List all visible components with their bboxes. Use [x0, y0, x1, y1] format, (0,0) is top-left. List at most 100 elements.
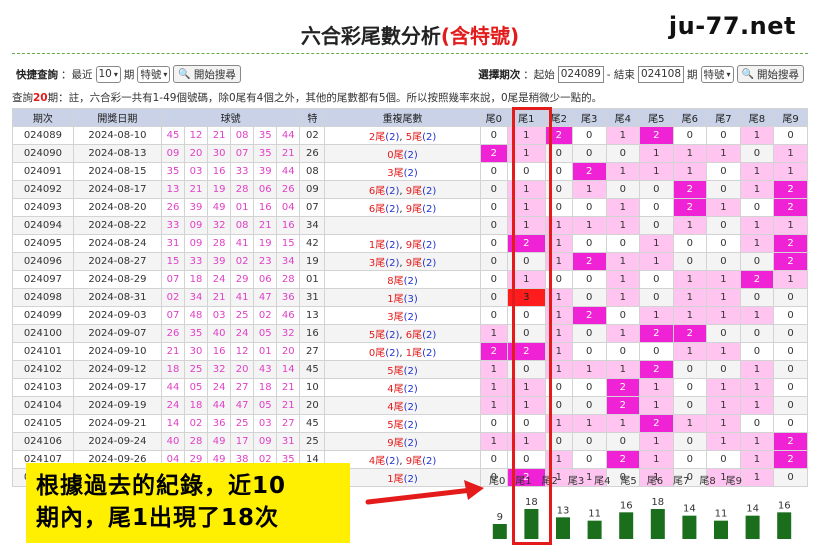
tail-count-cell: 1: [773, 216, 808, 235]
tail-count-cell: 1: [773, 270, 808, 289]
table-row: 024093 2024-08-20 26 39 49 01 16 04 07 6尾(2), 9尾(…: [12, 198, 808, 217]
tail-count-cell: 0: [506, 306, 546, 325]
tail-count-cell: 0: [739, 144, 775, 163]
range-query: 選擇期次 ：起始 024089 - 結束 024108 期 特號 ▾ 🔍 開始搜尋: [478, 65, 804, 83]
tail-count-cell: 1: [506, 270, 546, 289]
table-row: 024090 2024-08-13 09 20 30 07 35 21 26 0尾(2) 2 1 0 0 0…: [12, 144, 808, 163]
tail-count-cell: 0: [479, 252, 508, 271]
tail-count-cell: 1: [706, 270, 741, 289]
tail-count-cell: 0: [773, 414, 808, 433]
repeat-tail: 3尾: [387, 168, 404, 179]
special-cell: 20: [299, 396, 326, 415]
tail-count-cell: 2: [506, 342, 546, 361]
tail-count-cell: 1: [739, 162, 775, 181]
ball-cell: 34: [183, 288, 209, 307]
repeat-tail: 1尾: [387, 294, 404, 305]
tail-count-cell: 0: [773, 126, 808, 145]
tail-count-cell: 2: [773, 450, 808, 469]
ball-cell: 44: [276, 126, 301, 145]
col-header: 開獎日期: [72, 108, 162, 127]
tail-count-cell: 0: [506, 252, 546, 271]
ball-cell: 16: [276, 216, 301, 235]
tail-count-cell: 0: [706, 180, 741, 199]
tail-count-cell: 1: [479, 396, 508, 415]
range-type-select[interactable]: 特號 ▾: [700, 65, 734, 83]
ball-cell: 35: [253, 126, 278, 145]
period-cell: 024097: [12, 270, 74, 289]
ball-cell: 06: [253, 180, 278, 199]
tail-count-cell: 1: [739, 432, 775, 451]
tail-count-cell: 0: [479, 306, 508, 325]
tail-count-cell: 1: [639, 396, 674, 415]
col-header: 尾8: [739, 108, 775, 127]
ball-cell: 01: [230, 198, 255, 217]
tail-count-cell: 0: [739, 342, 775, 361]
special-cell: 10: [299, 378, 326, 397]
ball-cell: 21: [276, 396, 301, 415]
tail-count-cell: 1: [739, 360, 775, 379]
ball-cell: 44: [276, 162, 301, 181]
special-cell: 13: [299, 306, 326, 325]
ball-cell: 26: [276, 180, 301, 199]
callout-line: 根據過去的紀錄，近10: [36, 473, 287, 499]
repeat-tail-cell: 8尾(2): [324, 270, 481, 289]
repeat-tail: 5尾: [405, 132, 423, 143]
chevron-down-icon: ▾: [726, 69, 731, 79]
special-cell: 45: [299, 360, 326, 379]
tail-count-cell: 0: [706, 450, 741, 469]
start-period-input[interactable]: 024089: [557, 65, 604, 83]
tail-count-cell: 1: [544, 414, 573, 433]
repeat-tail: 5尾: [387, 420, 404, 431]
table-row: 024098 2024-08-31 02 34 21 41 47 36 31 1尾(3) 0 3 1 0 1…: [12, 288, 808, 307]
period-cell: 024091: [12, 162, 74, 181]
repeat-tail: 4尾: [368, 456, 386, 467]
tail-count-cell: 0: [479, 450, 508, 469]
table-row: 024099 2024-09-03 07 48 03 25 02 46 13 3尾(2) 0 0 1 2 0…: [12, 306, 808, 325]
divider: [12, 53, 808, 54]
tail-count-bar: [682, 515, 697, 539]
table-row: 024095 2024-08-24 31 09 28 41 19 15 42 1尾(2), 9尾(…: [12, 234, 808, 253]
tail-count-bar: [745, 515, 760, 539]
tail-count-cell: 1: [544, 450, 573, 469]
date-cell: 2024-09-10: [72, 342, 162, 361]
period-cell: 024101: [12, 342, 74, 361]
quick-type-select[interactable]: 特號 ▾: [137, 65, 171, 83]
date-cell: 2024-08-24: [72, 234, 162, 253]
tail-count-cell: 1: [506, 144, 546, 163]
tail-count-cell: 1: [706, 342, 741, 361]
ball-cell: 27: [230, 378, 255, 397]
end-period-input[interactable]: 024108: [637, 65, 685, 83]
tail-count-cell: 1: [672, 288, 708, 307]
special-cell: 26: [299, 144, 326, 163]
range-search-button[interactable]: 🔍 開始搜尋: [736, 65, 804, 83]
quick-search-button[interactable]: 🔍 開始搜尋: [173, 65, 241, 83]
ball-cell: 21: [276, 144, 301, 163]
tail-count-cell: 0: [544, 432, 573, 451]
ball-cell: 17: [230, 432, 255, 451]
ball-cell: 03: [253, 414, 278, 433]
search-icon: 🔍: [178, 68, 191, 80]
search-icon: 🔍: [741, 68, 754, 80]
ball-cell: 07: [160, 270, 185, 289]
range-period-suffix: 期: [687, 68, 698, 81]
ball-cell: 18: [183, 270, 209, 289]
tail-count-cell: 1: [706, 306, 741, 325]
tail-count-cell: 1: [605, 162, 641, 181]
repeat-count: (2): [403, 366, 418, 377]
repeat-count: (2): [403, 276, 418, 287]
quick-type-value: 特號: [140, 68, 162, 81]
tail-count-cell: 0: [571, 198, 607, 217]
table-row: 024096 2024-08-27 15 33 39 02 23 34 19 3尾(2), 9尾(…: [12, 252, 808, 271]
tail-count-bar: [714, 520, 728, 539]
ball-cell: 35: [183, 324, 209, 343]
recent-count-value: 10: [98, 68, 112, 80]
tail-count-cell: 1: [672, 306, 708, 325]
tail-count-cell: 2: [479, 342, 508, 361]
tail-count-cell: 0: [479, 126, 508, 145]
tail-count-cell: 0: [479, 162, 508, 181]
tail-count-cell: 1: [706, 288, 741, 307]
tail-count-cell: 0: [479, 216, 508, 235]
tail-count-cell: 0: [672, 396, 708, 415]
recent-count-select[interactable]: 10 ▾: [95, 65, 121, 83]
period-cell: 024096: [12, 252, 74, 271]
